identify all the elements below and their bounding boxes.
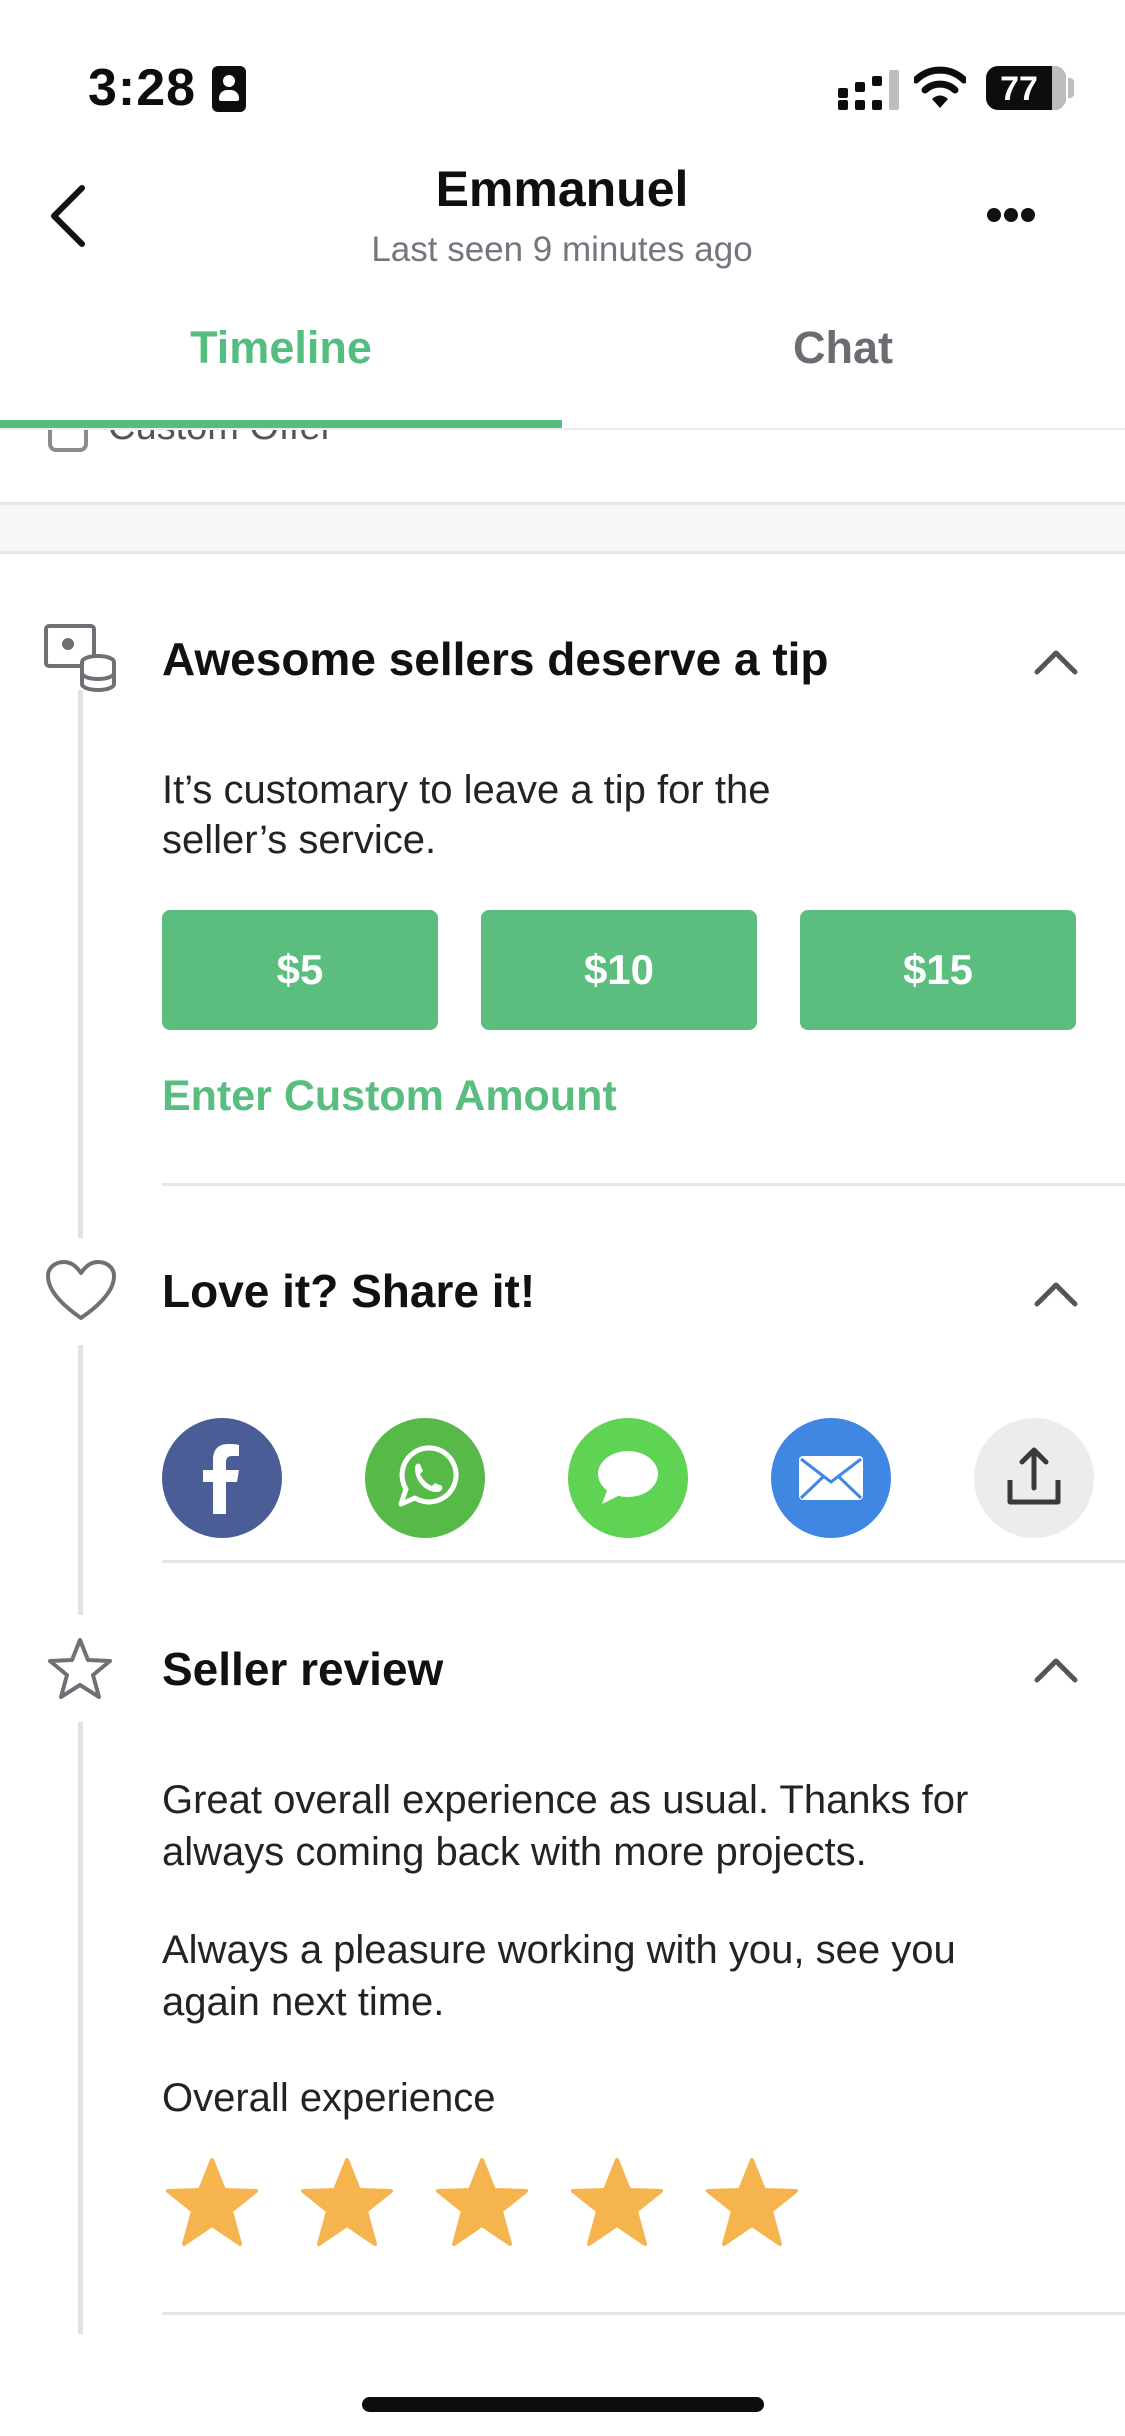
share-messages-button[interactable] [568,1418,688,1538]
battery-icon: 77 [986,66,1066,110]
contact-card-icon [212,66,246,112]
cellular-signal-icon [838,70,899,110]
tip-icon [44,624,116,692]
timeline-line [78,1345,83,1615]
timeline-line [78,690,83,1238]
active-tab-indicator [0,420,562,428]
review-text-line: Great overall experience as usual. Thank… [162,1778,969,1822]
share-upload-icon [1007,1447,1061,1505]
share-email-button[interactable] [771,1418,891,1538]
divider [162,2312,1125,2315]
back-chevron-icon[interactable] [48,184,88,248]
rating-star-icon [571,2158,663,2246]
section-spacer [0,505,1125,551]
review-text-line: again next time. [162,1980,445,2024]
tip-10-button[interactable]: $10 [481,910,757,1030]
collapse-chevron-icon[interactable] [1033,1656,1079,1684]
home-indicator [362,2397,764,2412]
rating-star-icon [166,2158,258,2246]
clipped-timeline-item: Custom Offer [0,430,1125,502]
clipped-item-label: Custom Offer [108,430,333,449]
wifi-icon [914,66,966,108]
offer-icon [48,430,88,452]
status-time: 3:28 [88,59,197,117]
battery-tip [1068,78,1074,98]
share-whatsapp-button[interactable] [365,1418,485,1538]
review-text-line: always coming back with more projects. [162,1830,867,1874]
share-section-title: Love it? Share it! [162,1265,536,1317]
messages-icon [598,1451,658,1504]
tip-15-button[interactable]: $15 [800,910,1076,1030]
rating-star-icon [706,2158,798,2246]
review-section-title: Seller review [162,1643,444,1695]
collapse-chevron-icon[interactable] [1033,1280,1079,1308]
tip-description-line2: seller’s service. [162,818,437,862]
share-facebook-button[interactable] [162,1418,282,1538]
custom-amount-link[interactable]: Enter Custom Amount [162,1072,617,1121]
tip-5-button[interactable]: $5 [162,910,438,1030]
last-seen-status: Last seen 9 minutes ago [371,230,753,269]
tip-section-title: Awesome sellers deserve a tip [162,633,829,685]
heart-icon [46,1260,116,1320]
review-text-line: Always a pleasure working with you, see … [162,1928,956,1972]
battery-level: 77 [1000,70,1038,108]
tip-description-line1: It’s customary to leave a tip for the [162,768,771,812]
collapse-chevron-icon[interactable] [1033,648,1079,676]
tab-timeline[interactable]: Timeline [0,322,562,374]
more-options-icon[interactable] [986,206,1036,224]
rating-label: Overall experience [162,2076,496,2120]
facebook-icon [203,1444,239,1514]
contact-name: Emmanuel [435,161,689,217]
whatsapp-icon [398,1445,459,1507]
divider [162,1560,1125,1563]
tab-chat[interactable]: Chat [562,322,1124,374]
rating-star-icon [436,2158,528,2246]
timeline-line [78,1722,83,2334]
share-more-button[interactable] [974,1418,1094,1538]
divider [162,1183,1125,1186]
star-outline-icon [48,1638,112,1699]
rating-star-icon [301,2158,393,2246]
divider [0,551,1125,554]
envelope-icon [799,1456,863,1500]
